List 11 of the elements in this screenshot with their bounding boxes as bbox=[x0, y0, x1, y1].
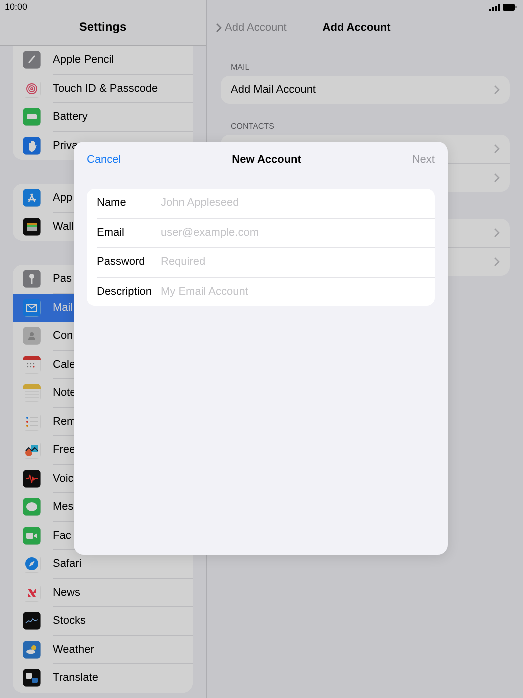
field-label: Email bbox=[97, 226, 126, 239]
dialog-title: New Account bbox=[232, 154, 302, 166]
page-title: Add Account bbox=[322, 22, 391, 34]
sidebar-title: Settings bbox=[79, 20, 127, 34]
section-header: MAIL bbox=[231, 63, 251, 72]
status-time: 10:00 bbox=[4, 1, 29, 14]
row-label: Add Mail Account bbox=[231, 84, 316, 96]
field-label: Name bbox=[97, 197, 128, 210]
field-label: Password bbox=[97, 256, 146, 268]
section-header: CONTACTS bbox=[231, 122, 276, 131]
field-label: Description bbox=[97, 286, 154, 298]
